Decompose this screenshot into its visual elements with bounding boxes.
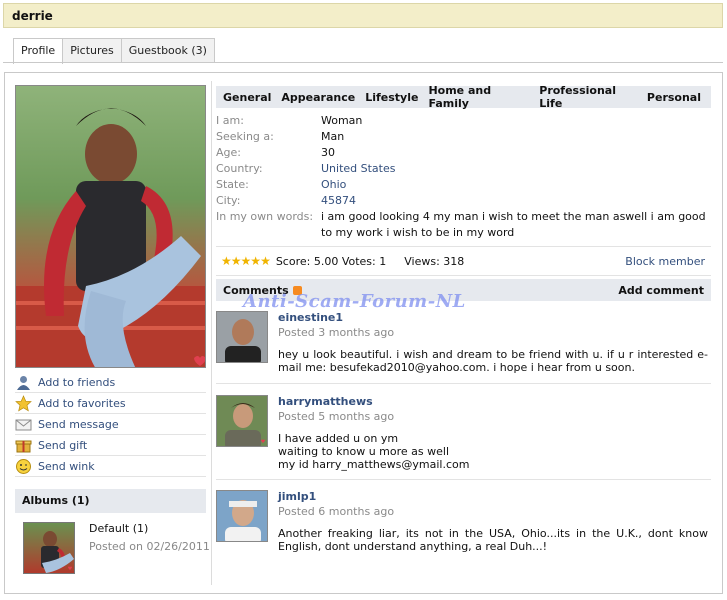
profile-info: I am: Woman Seeking a: Man Age: 30 Count…: [216, 113, 711, 241]
album-thumbnail[interactable]: [23, 522, 75, 574]
info-row: I am: Woman: [216, 113, 711, 129]
section-tab-professional-life[interactable]: Professional Life: [539, 84, 637, 110]
info-row: In my own words: i am good looking 4 my …: [216, 209, 711, 241]
rating-bar: ★★★★★ Score: 5.00 Votes: 1 Views: 318 Bl…: [216, 246, 711, 276]
comment-date: Posted 5 months ago: [278, 410, 395, 423]
profile-panel: Add to friends Add to favorites Send mes…: [4, 72, 723, 594]
info-label: Seeking a:: [216, 130, 274, 143]
info-value: 30: [321, 146, 335, 159]
send-wink-link[interactable]: Send wink: [15, 456, 206, 477]
info-row: Seeking a: Man: [216, 129, 711, 145]
info-label: Age:: [216, 146, 241, 159]
envelope-icon: [15, 416, 32, 433]
section-tab-appearance[interactable]: Appearance: [281, 91, 355, 104]
info-row: State: Ohio: [216, 177, 711, 193]
comment-date: Posted 3 months ago: [278, 326, 395, 339]
star-icon[interactable]: ★: [221, 254, 232, 268]
album-name[interactable]: Default (1): [89, 522, 148, 535]
star-icon[interactable]: ★: [231, 254, 242, 268]
comment-text: Another freaking liar, its not in the US…: [278, 527, 708, 553]
state-link[interactable]: Ohio: [321, 177, 711, 193]
comment-text: I have added u on ym waiting to know u m…: [278, 432, 470, 471]
member-actions: Add to friends Add to favorites Send mes…: [15, 372, 206, 477]
info-row: Age: 30: [216, 145, 711, 161]
section-tab-lifestyle[interactable]: Lifestyle: [365, 91, 418, 104]
page-title: derrie: [3, 3, 723, 28]
profile-photo[interactable]: [15, 85, 206, 368]
comment-separator: [216, 383, 711, 384]
star-icon[interactable]: ★: [241, 254, 252, 268]
city-link[interactable]: 45874: [321, 193, 711, 209]
info-label: State:: [216, 178, 249, 191]
block-member-link[interactable]: Block member: [625, 255, 705, 268]
add-comment-button[interactable]: Add comment: [618, 284, 704, 297]
action-label: Send gift: [38, 438, 88, 452]
section-tab-general[interactable]: General: [223, 91, 271, 104]
country-link[interactable]: United States: [321, 161, 711, 177]
commenter-avatar[interactable]: [216, 395, 268, 447]
comment-author[interactable]: harrymatthews: [278, 395, 373, 408]
commenter-avatar[interactable]: [216, 311, 268, 363]
album-date: Posted on 02/26/2011: [89, 540, 210, 553]
section-tab-home-and-family[interactable]: Home and Family: [428, 84, 529, 110]
user-icon: [15, 374, 32, 391]
add-to-friends-link[interactable]: Add to friends: [15, 372, 206, 393]
send-gift-link[interactable]: Send gift: [15, 435, 206, 456]
tab-bar: Profile Pictures Guestbook (3): [13, 38, 215, 64]
action-label: Add to favorites: [38, 396, 126, 410]
action-label: Add to friends: [38, 375, 116, 389]
tab-divider: [3, 62, 723, 63]
smiley-icon: [15, 458, 32, 475]
info-label: I am:: [216, 114, 244, 127]
info-label: City:: [216, 194, 241, 207]
comment-text: hey u look beautiful. i wish and dream t…: [278, 348, 708, 374]
add-to-favorites-link[interactable]: Add to favorites: [15, 393, 206, 414]
profile-sections-nav: General Appearance Lifestyle Home and Fa…: [216, 84, 711, 110]
action-label: Send message: [38, 417, 119, 431]
score-votes: Score: 5.00 Votes: 1: [275, 254, 387, 268]
send-message-link[interactable]: Send message: [15, 414, 206, 435]
info-label: In my own words:: [216, 210, 314, 223]
action-label: Send wink: [38, 459, 95, 473]
info-row: Country: United States: [216, 161, 711, 177]
comment-separator: [216, 479, 711, 480]
about-me-text: i am good looking 4 my man i wish to mee…: [321, 210, 706, 239]
watermark: Anti-Scam-Forum-NL: [243, 291, 466, 312]
tab-profile[interactable]: Profile: [13, 38, 64, 64]
commenter-avatar[interactable]: [216, 490, 268, 542]
rating-stars[interactable]: ★★★★★: [221, 254, 271, 268]
comment-author[interactable]: einestine1: [278, 311, 343, 324]
info-value: Man: [321, 130, 345, 143]
tab-guestbook[interactable]: Guestbook (3): [120, 38, 215, 63]
info-row: City: 45874: [216, 193, 711, 209]
star-icon: [15, 394, 32, 412]
albums-heading: Albums (1): [15, 489, 206, 513]
info-value: Woman: [321, 114, 363, 127]
star-icon[interactable]: ★: [260, 254, 271, 268]
comment-author[interactable]: jimlp1: [278, 490, 316, 503]
star-icon[interactable]: ★: [250, 254, 261, 268]
info-label: Country:: [216, 162, 263, 175]
section-tab-personal[interactable]: Personal: [647, 91, 701, 104]
column-divider: [211, 81, 212, 585]
tab-pictures[interactable]: Pictures: [62, 38, 122, 63]
gift-icon: [15, 437, 32, 454]
views-count: Views: 318: [404, 254, 465, 268]
comment-date: Posted 6 months ago: [278, 505, 395, 518]
